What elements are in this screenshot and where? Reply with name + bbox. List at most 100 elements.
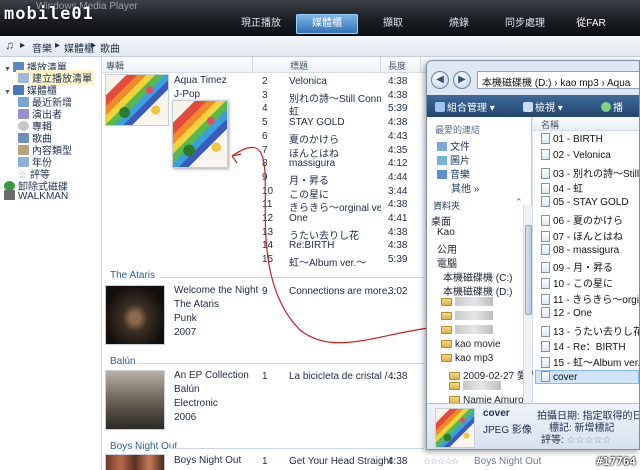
- track-row[interactable]: 6 夏のかけら 4:43: [255, 130, 440, 146]
- views-button[interactable]: 檢視 ▾: [523, 99, 563, 114]
- track-row[interactable]: 8 massigura 4:12: [255, 157, 440, 171]
- track-row[interactable]: 11きらきら～orginal ver.～4:38: [255, 198, 440, 214]
- favorite-music[interactable]: 音樂: [437, 166, 470, 181]
- file-item[interactable]: 01 - BIRTH: [541, 133, 603, 145]
- track-row[interactable]: 2 Velonica 4:38: [255, 75, 440, 89]
- music-note-icon[interactable]: ♫: [5, 38, 14, 52]
- file-item[interactable]: 07 - ほんとはね: [541, 228, 623, 243]
- track-number: 5: [262, 117, 268, 129]
- track-row[interactable]: 9 Connections are more... 3:02: [255, 285, 440, 299]
- column-header-name[interactable]: 名稱: [533, 117, 639, 131]
- back-arrow-icon[interactable]: ◀: [431, 71, 449, 89]
- nav-walkman[interactable]: WALKMAN: [4, 190, 68, 202]
- file-item[interactable]: 08 - massigura: [541, 243, 619, 256]
- track-row[interactable]: 13 うたい去りし花 4:38: [255, 226, 440, 242]
- scrollbar-thumb[interactable]: [525, 225, 532, 315]
- breadcrumb-library[interactable]: 媒體櫃: [64, 40, 94, 55]
- collapse-arrow-icon[interactable]: ▼: [4, 89, 11, 96]
- play-button[interactable]: 播: [601, 99, 623, 114]
- track-row[interactable]: 1 La bicicleta de cristal / ... 4:38: [255, 370, 440, 384]
- tree-folder-redacted[interactable]: [441, 325, 493, 336]
- chevron-up-icon[interactable]: ⌃: [515, 197, 523, 208]
- file-item[interactable]: 11 - きらきら～orginal: [541, 291, 639, 306]
- tree-kao-mp3[interactable]: kao mp3: [441, 353, 493, 364]
- favorite-documents[interactable]: 文件: [437, 138, 470, 153]
- rating-stars[interactable]: ☆☆☆☆☆: [567, 435, 612, 446]
- track-row[interactable]: 7 ほんとはね 4:35: [255, 144, 440, 160]
- detail-rating[interactable]: 評等: ☆☆☆☆☆: [541, 431, 611, 446]
- tab-burn[interactable]: 燒錄: [428, 14, 490, 34]
- address-path[interactable]: 本機磁碟機 (D:) › kao mp3 › Aqua: [477, 71, 639, 89]
- album-art[interactable]: [105, 74, 169, 126]
- redacted-folder-name: [463, 381, 501, 390]
- file-item[interactable]: 15 - 虹～Album ver.～: [541, 354, 639, 369]
- detail-file-name: cover: [483, 408, 510, 419]
- tree-folder-redacted[interactable]: [441, 297, 493, 308]
- favorite-pictures[interactable]: 圖片: [437, 152, 470, 167]
- tree-desktop[interactable]: 桌面: [431, 213, 451, 228]
- tree-kao-movie[interactable]: kao movie: [441, 339, 501, 350]
- tab-media-guide[interactable]: 從FAR: [560, 14, 622, 34]
- tab-rip[interactable]: 擷取: [362, 14, 424, 34]
- file-item[interactable]: 12 - One: [541, 306, 592, 319]
- track-length: 4:38: [388, 240, 408, 252]
- tree-drive-c[interactable]: 本機磁碟機 (C:): [443, 269, 512, 284]
- column-header-length[interactable]: 長度: [388, 59, 406, 72]
- track-row[interactable]: 1 Get Your Head Straight 4:38: [255, 455, 440, 469]
- tree-folder-redacted[interactable]: [441, 311, 493, 322]
- column-divider[interactable]: [380, 57, 381, 73]
- folders-header[interactable]: 資料夾: [433, 199, 460, 212]
- tab-library[interactable]: 媒體櫃: [296, 14, 358, 34]
- track-row[interactable]: 5 STAY GOLD 4:38: [255, 116, 440, 130]
- file-item[interactable]: 06 - 夏のかけら: [541, 212, 623, 227]
- album-art[interactable]: [105, 285, 165, 345]
- audio-file-icon: [541, 133, 550, 144]
- group-divider: [160, 277, 424, 278]
- breadcrumb-music[interactable]: 音樂: [32, 40, 52, 55]
- tree-drive-d[interactable]: 本機磁碟機 (D:): [443, 283, 512, 298]
- favorite-more[interactable]: 其他 »: [451, 180, 479, 195]
- track-row[interactable]: 3別れの詩～Still Connec...4:38: [255, 89, 440, 105]
- track-number: 9: [262, 286, 268, 297]
- track-row[interactable]: 4 虹 5:39: [255, 102, 440, 118]
- track-length: 4:38: [388, 89, 408, 101]
- file-item[interactable]: 10 - この星に: [541, 275, 613, 290]
- track-length: 4:44: [388, 171, 408, 183]
- nav-walkman-label: WALKMAN: [18, 191, 69, 202]
- file-item[interactable]: 13 - うたい去りし花: [541, 323, 640, 338]
- breadcrumb-songs[interactable]: 歌曲: [100, 40, 120, 55]
- album-art[interactable]: [105, 370, 165, 430]
- tree-computer[interactable]: 電腦: [437, 255, 457, 270]
- column-divider[interactable]: [252, 57, 253, 73]
- track-row[interactable]: 10 この星に 3:44: [255, 185, 440, 201]
- group-header-boys-night-out: Boys Night Out: [110, 441, 178, 452]
- track-row[interactable]: 9 月・昇る 4:44: [255, 171, 440, 187]
- file-item[interactable]: 04 - 虹: [541, 180, 583, 195]
- tree-public[interactable]: 公用: [437, 241, 457, 256]
- forward-arrow-icon[interactable]: ▶: [453, 71, 471, 89]
- collapse-arrow-icon[interactable]: ▼: [4, 66, 11, 73]
- tab-sync[interactable]: 同步處理: [494, 14, 556, 34]
- column-header-title[interactable]: 標題: [290, 59, 308, 72]
- file-item-cover[interactable]: cover: [535, 370, 639, 384]
- file-item[interactable]: 02 - Velonica: [541, 148, 611, 161]
- dragged-cover-art[interactable]: [172, 100, 228, 168]
- tree-subfolder-redacted[interactable]: [449, 381, 501, 392]
- album-art[interactable]: [105, 454, 165, 470]
- file-name: 13 - うたい去りし花: [553, 326, 640, 338]
- tree-kao[interactable]: Kao: [437, 227, 455, 238]
- track-row[interactable]: 15 虹～Album ver.～ 5:39: [255, 253, 440, 269]
- tab-now-playing[interactable]: 現正播放: [230, 14, 292, 34]
- track-row[interactable]: 14 Re:BIRTH 4:38: [255, 239, 440, 253]
- track-length: 4:35: [388, 144, 408, 156]
- track-number: 4: [262, 103, 268, 115]
- file-item[interactable]: 09 - 月・昇る: [541, 259, 613, 274]
- track-row[interactable]: 12 One 4:41: [255, 212, 440, 226]
- organize-button[interactable]: 組合管理 ▾: [435, 99, 495, 114]
- rating-stars[interactable]: ☆☆☆☆☆: [423, 456, 459, 467]
- column-divider[interactable]: [420, 57, 421, 73]
- column-header-album[interactable]: 專輯: [106, 59, 124, 72]
- file-item[interactable]: 14 - Re：BIRTH: [541, 338, 626, 353]
- file-item[interactable]: 03 - 別れの詩～Still Con: [541, 165, 639, 180]
- file-item[interactable]: 05 - STAY GOLD: [541, 196, 629, 208]
